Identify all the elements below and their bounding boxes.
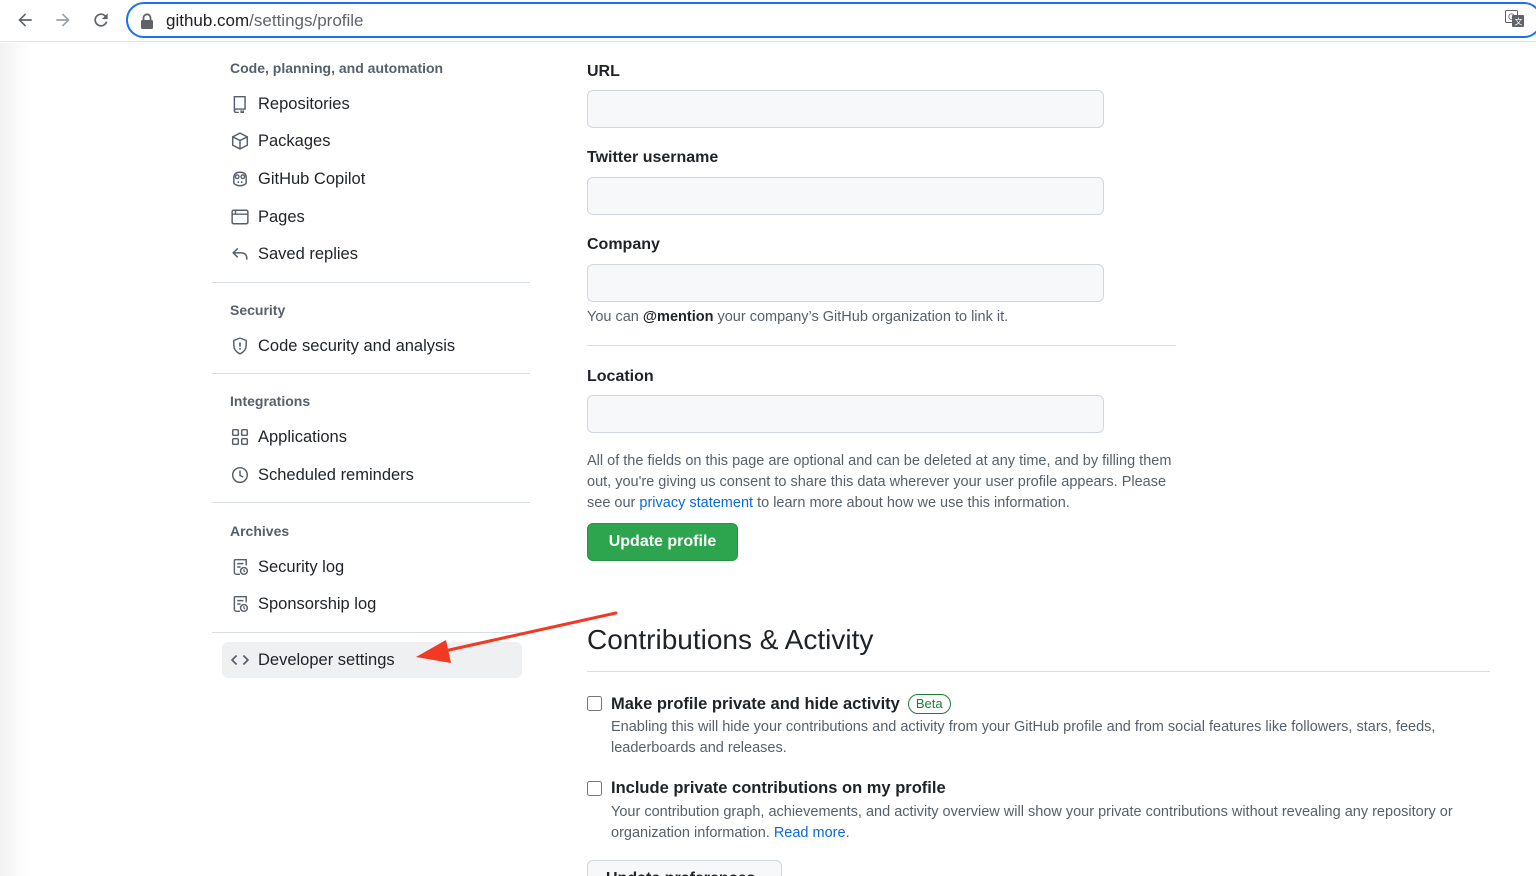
twitter-label: Twitter username — [587, 149, 719, 166]
company-hint-after: your company’s GitHub organization to li… — [713, 309, 1009, 325]
forward-button[interactable] — [50, 7, 76, 33]
location-label: Location — [587, 368, 654, 385]
privacy-note: All of the fields on this page are optio… — [587, 451, 1187, 514]
url-label: URL — [587, 63, 620, 80]
sidebar-heading-security: Security — [230, 302, 286, 318]
sidebar-item-packages[interactable]: Packages — [222, 123, 522, 159]
apps-icon — [230, 427, 250, 447]
arrow-left-icon — [18, 13, 32, 27]
sidebar-item-label: Code security and analysis — [258, 336, 456, 355]
sidebar-item-copilot[interactable]: GitHub Copilot — [222, 161, 522, 197]
update-profile-button[interactable]: Update profile — [587, 523, 738, 561]
sidebar-divider — [212, 502, 530, 503]
contributions-heading: Contributions & Activity — [587, 624, 874, 655]
sidebar-item-label: Packages — [258, 131, 331, 150]
sidebar-item-label: Security log — [258, 557, 345, 576]
arrow-right-icon — [56, 13, 70, 27]
company-hint-mention: @mention — [642, 309, 714, 325]
sidebar-item-label: Scheduled reminders — [258, 465, 414, 484]
shield-icon — [230, 336, 250, 356]
company-hint: You can @mention your company’s GitHub o… — [587, 309, 1008, 325]
company-label: Company — [587, 236, 660, 253]
section-divider — [587, 671, 1490, 672]
sidebar-item-developer-settings[interactable]: Developer settings — [222, 642, 522, 678]
private-profile-title: Make profile private and hide activity Be… — [611, 694, 951, 714]
sidebar-item-label: Repositories — [258, 94, 350, 113]
reload-icon — [94, 13, 108, 27]
sidebar-item-security-log[interactable]: Security log — [222, 549, 522, 585]
sidebar-item-sponsorship-log[interactable]: Sponsorship log — [222, 586, 522, 622]
private-contributions-title: Include private contributions on my prof… — [611, 779, 946, 797]
url-input[interactable] — [587, 90, 1104, 128]
package-icon — [230, 131, 250, 151]
sidebar-heading-integrations: Integrations — [230, 393, 311, 409]
sidebar-item-code-security[interactable]: Code security and analysis — [222, 328, 522, 364]
private-profile-checkbox[interactable] — [587, 696, 602, 711]
sidebar-divider — [212, 282, 530, 283]
translate-icon[interactable]: G 文 — [1505, 10, 1525, 28]
private-contributions-text: Your contribution graph, achievements, a… — [611, 804, 1453, 841]
private-profile-description: Enabling this will hide your contributio… — [611, 719, 1436, 756]
sidebar-item-scheduled-reminders[interactable]: Scheduled reminders — [222, 457, 522, 493]
back-button[interactable] — [12, 7, 38, 33]
read-more-link[interactable]: Read more — [774, 825, 846, 841]
reload-button[interactable] — [88, 7, 114, 33]
sidebar-item-saved-replies[interactable]: Saved replies — [222, 236, 522, 272]
sidebar-item-label: Pages — [258, 207, 305, 226]
company-hint-before: You can — [587, 309, 643, 325]
company-input[interactable] — [587, 264, 1104, 302]
svg-text:文: 文 — [1515, 17, 1523, 27]
location-input[interactable] — [587, 395, 1104, 433]
private-profile-label: Make profile private and hide activity — [611, 695, 900, 713]
copilot-icon — [230, 169, 250, 189]
sidebar-divider — [212, 373, 530, 374]
window-edge-shade — [0, 43, 30, 876]
beta-badge: Beta — [907, 694, 951, 714]
address-bar[interactable]: github.com/settings/profile — [126, 2, 1536, 38]
sidebar-item-label: Developer settings — [258, 650, 395, 669]
log-icon — [230, 594, 250, 614]
sidebar-item-label: Saved replies — [258, 244, 358, 263]
url-host: github.com — [166, 11, 250, 30]
sidebar-item-repositories[interactable]: Repositories — [222, 86, 522, 122]
code-icon — [230, 650, 250, 670]
form-divider — [587, 345, 1176, 346]
url-text: github.com/settings/profile — [166, 11, 364, 31]
sidebar-item-label: GitHub Copilot — [258, 169, 366, 188]
clock-icon — [230, 465, 250, 485]
private-contributions-checkbox[interactable] — [587, 781, 602, 796]
browser-icon — [230, 207, 250, 227]
update-preferences-button[interactable]: Update preferences — [587, 860, 782, 876]
browser-toolbar: github.com/settings/profile G 文 — [0, 0, 1536, 42]
privacy-statement-link[interactable]: privacy statement — [639, 495, 753, 511]
reply-icon — [230, 244, 250, 264]
private-contributions-tail: . — [845, 825, 850, 841]
url-path: /settings/profile — [249, 11, 364, 30]
sidebar-heading-code: Code, planning, and automation — [230, 60, 444, 76]
sidebar-item-label: Applications — [258, 427, 347, 446]
privacy-note-tail: to learn more about how we use this info… — [753, 495, 1070, 511]
repo-icon — [230, 94, 250, 114]
twitter-username-input[interactable] — [587, 177, 1104, 215]
private-contributions-description: Your contribution graph, achievements, a… — [611, 802, 1501, 844]
sidebar-item-label: Sponsorship log — [258, 594, 377, 613]
lock-icon — [141, 13, 153, 29]
log-icon — [230, 557, 250, 577]
sidebar-item-applications[interactable]: Applications — [222, 419, 522, 455]
sidebar-item-pages[interactable]: Pages — [222, 199, 522, 235]
sidebar-divider — [212, 632, 530, 633]
sidebar-heading-archives: Archives — [230, 523, 290, 539]
